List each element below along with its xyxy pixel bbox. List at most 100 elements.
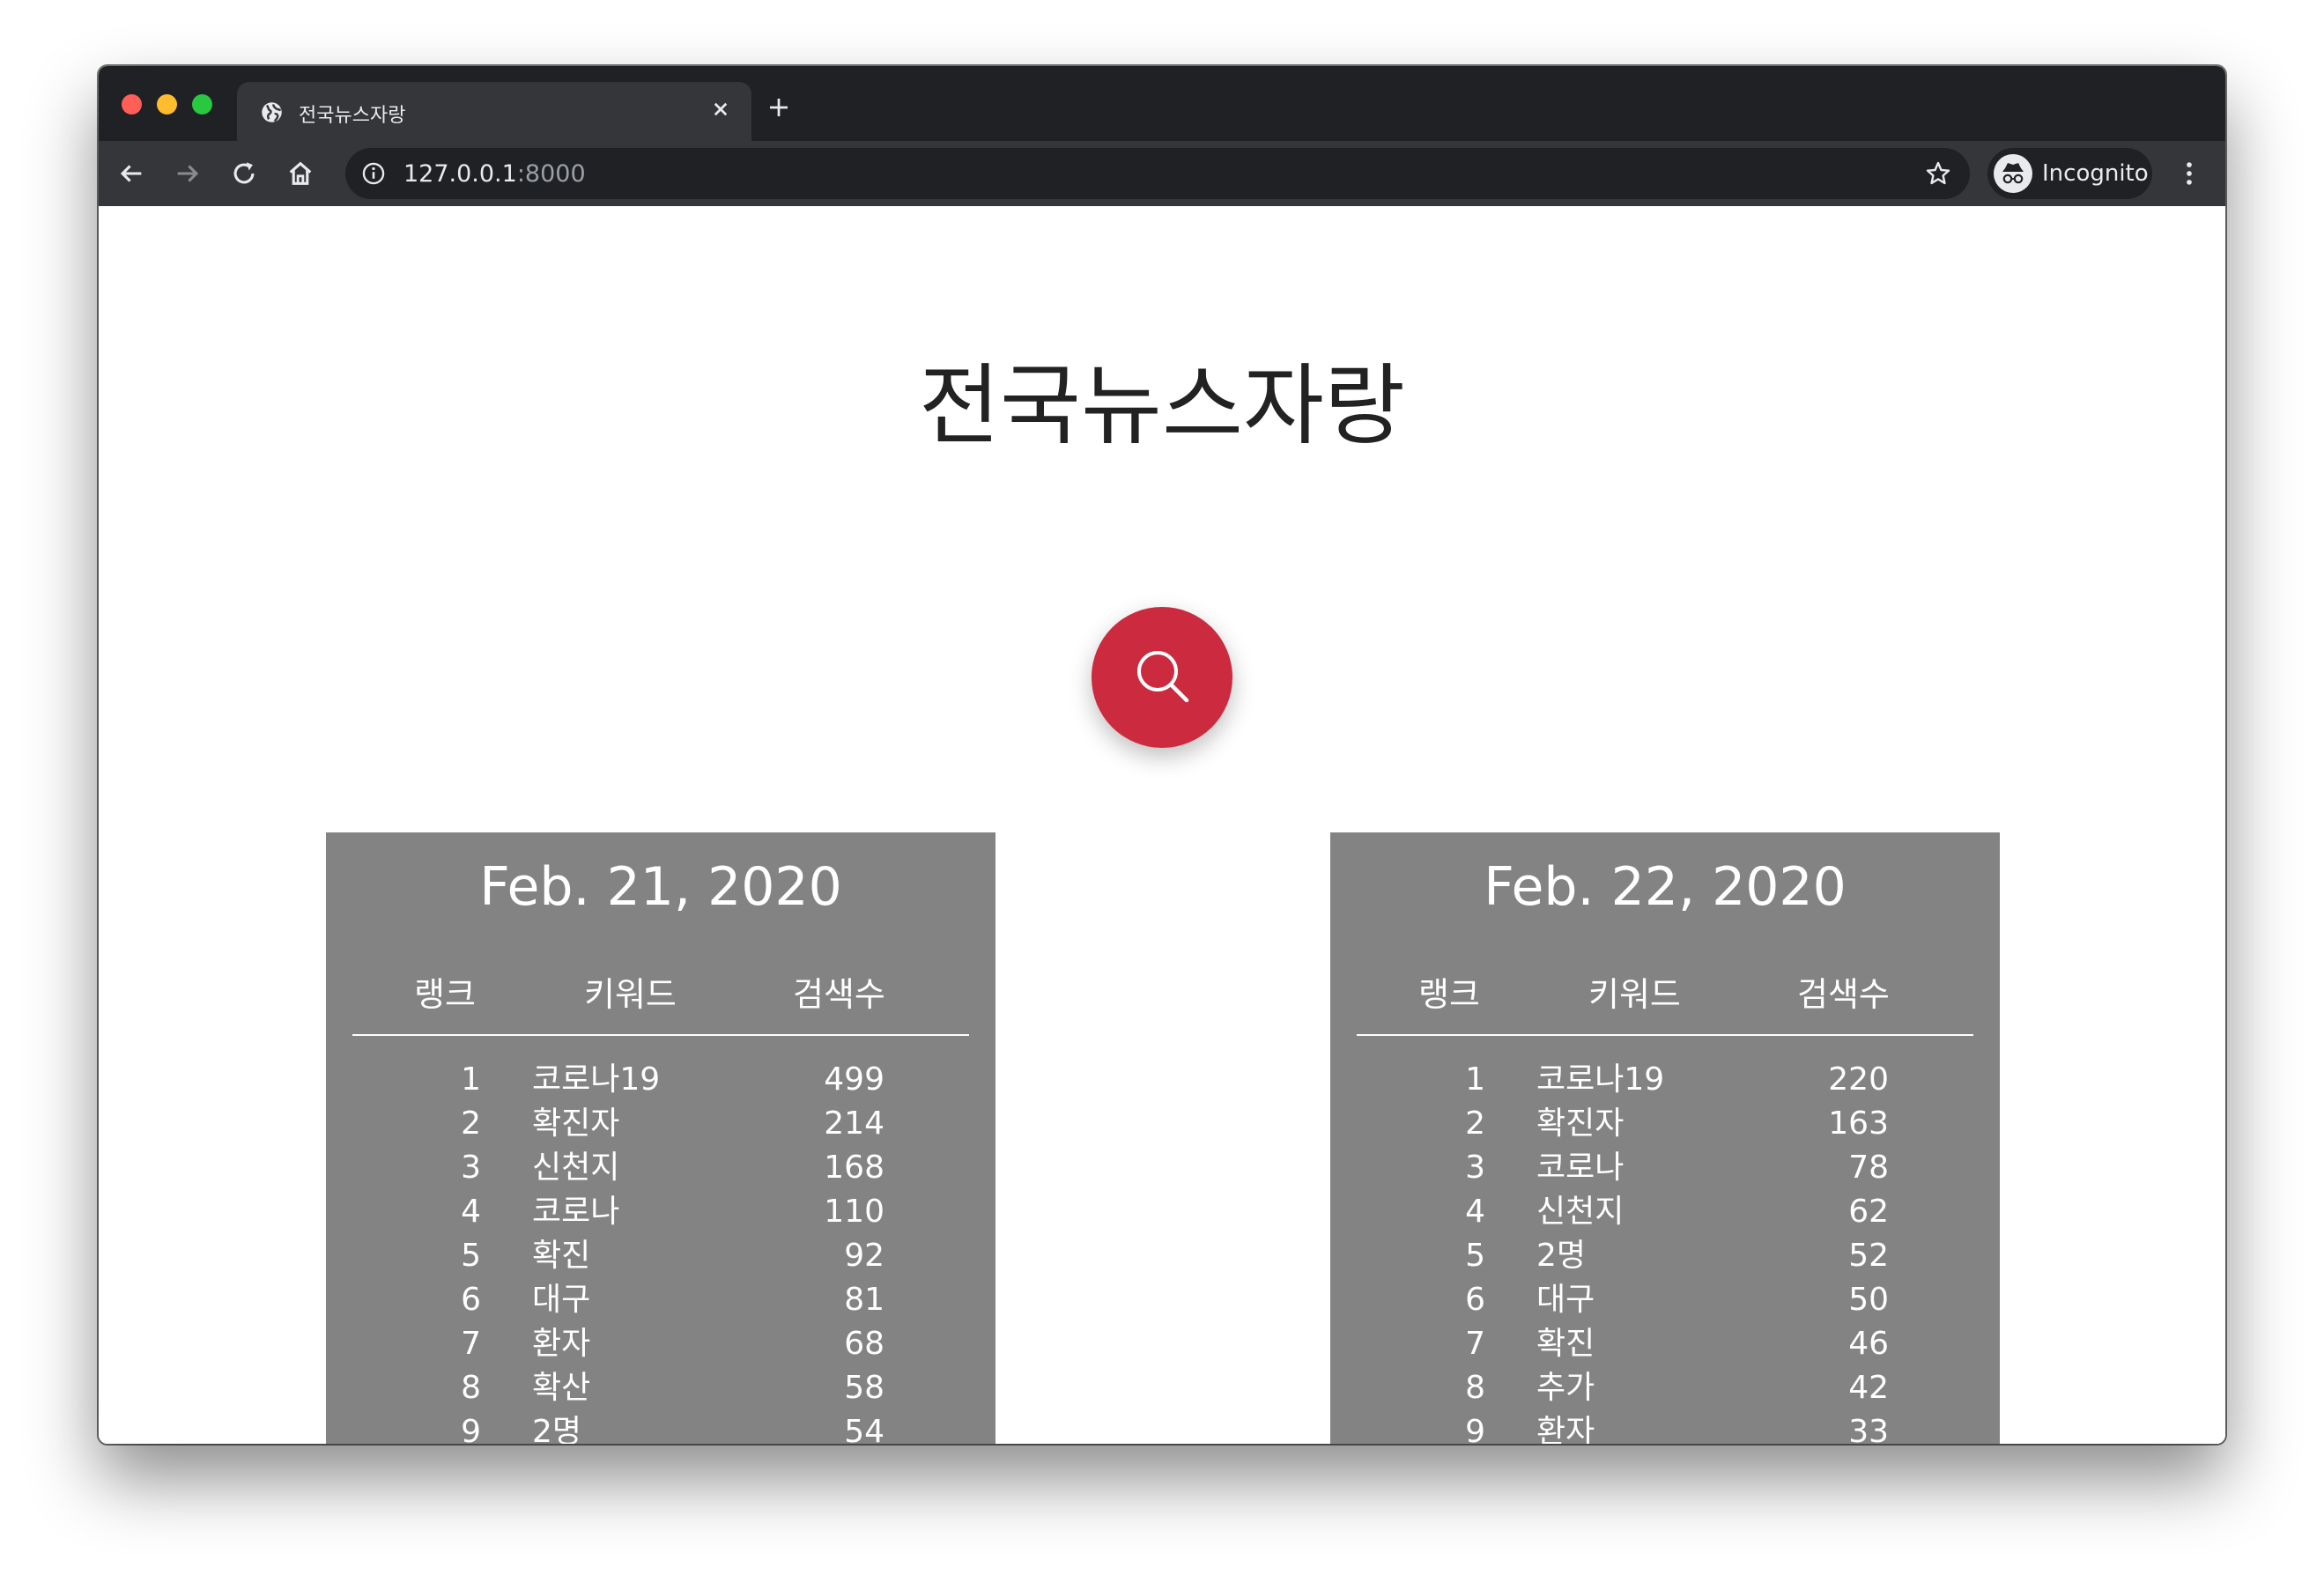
home-icon[interactable]	[285, 159, 315, 189]
keyword-cell: 코로나19	[1536, 1061, 1665, 1098]
ranking-panel-feb-21: Feb. 21, 2020 랭크 키워드 검색수 1 코로나19 499 2 확진자 2…	[326, 832, 995, 1444]
table-row: 2 확진자 214	[326, 1102, 995, 1146]
keyword-cell: 2명	[1536, 1238, 1587, 1274]
count-cell: 81	[844, 1282, 884, 1318]
rank-cell: 7	[1465, 1326, 1485, 1362]
count-cell: 78	[1848, 1150, 1889, 1186]
table-row: 8 확산 58	[326, 1366, 995, 1410]
count-cell: 68	[844, 1326, 884, 1362]
forward-arrow-icon[interactable]	[173, 159, 203, 189]
rank-cell: 8	[461, 1370, 481, 1406]
table-header: 랭크 키워드 검색수	[1357, 967, 1973, 1014]
globe-icon	[262, 102, 282, 122]
reload-icon[interactable]	[229, 159, 259, 189]
rank-cell: 8	[1465, 1370, 1485, 1406]
keyword-cell: 확진	[532, 1238, 591, 1274]
table-row: 7 환자 68	[326, 1322, 995, 1366]
rank-cell: 2	[1465, 1105, 1485, 1142]
rank-cell: 4	[461, 1194, 481, 1230]
table-row: 3 코로나 78	[1330, 1146, 2000, 1190]
close-window-button[interactable]	[122, 94, 142, 115]
table-row: 8 추가 42	[1330, 1366, 2000, 1410]
table-row: 6 대구 50	[1330, 1278, 2000, 1322]
table-row: 9 환자 33	[1330, 1410, 2000, 1444]
header-divider	[352, 1034, 969, 1036]
header-count: 검색수	[1797, 975, 1890, 1014]
count-cell: 220	[1828, 1061, 1889, 1098]
tab-active[interactable]: 전국뉴스자랑	[237, 82, 751, 141]
keyword-cell: 확산	[532, 1370, 591, 1406]
table-body: 1 코로나19 499 2 확진자 214 3 신천지 168 4 코로나 110 5 확진 9 2 …	[326, 1058, 995, 1444]
count-cell: 46	[1848, 1326, 1889, 1362]
keyword-cell: 확진자	[532, 1105, 620, 1142]
table-row: 5 2명 52	[1330, 1234, 2000, 1278]
rank-cell: 3	[461, 1150, 481, 1186]
rank-cell: 9	[1465, 1414, 1485, 1444]
info-icon[interactable]	[361, 161, 386, 186]
new-tab-icon[interactable]	[766, 94, 792, 121]
count-cell: 42	[1848, 1370, 1889, 1406]
table-row: 1 코로나19 499	[326, 1058, 995, 1102]
close-tab-icon[interactable]	[707, 96, 734, 122]
keyword-cell: 대구	[532, 1282, 591, 1318]
count-cell: 50	[1848, 1282, 1889, 1318]
keyword-cell: 환자	[532, 1326, 591, 1362]
incognito-label: Incognito	[2042, 160, 2149, 187]
keyword-cell: 확진	[1536, 1326, 1595, 1362]
keyword-cell: 대구	[1536, 1282, 1595, 1318]
url-port: :8000	[516, 160, 586, 188]
incognito-icon	[1994, 154, 2032, 193]
rank-cell: 6	[461, 1282, 481, 1318]
table-header: 랭크 키워드 검색수	[352, 967, 969, 1014]
panel-date: Feb. 21, 2020	[479, 856, 842, 918]
table-row: 6 대구 81	[326, 1278, 995, 1322]
rank-cell: 6	[1465, 1282, 1485, 1318]
bookmark-star-icon[interactable]	[1924, 159, 1952, 188]
rank-cell: 5	[1465, 1238, 1485, 1274]
table-row: 1 코로나19 220	[1330, 1058, 2000, 1102]
header-count: 검색수	[793, 975, 885, 1014]
rank-cell: 1	[1465, 1061, 1485, 1098]
count-cell: 499	[824, 1061, 884, 1098]
incognito-profile-button[interactable]: Incognito	[1987, 148, 2152, 199]
minimize-window-button[interactable]	[157, 94, 177, 115]
count-cell: 168	[824, 1150, 884, 1186]
keyword-cell: 2명	[532, 1414, 582, 1444]
title-bar: 전국뉴스자랑	[99, 66, 2225, 141]
browser-window: 전국뉴스자랑 127.0.0.1:8000 Incognito 전국뉴스자랑 F…	[99, 66, 2225, 1444]
keyword-cell: 코로나	[1536, 1150, 1625, 1186]
keyword-cell: 신천지	[1536, 1194, 1625, 1230]
table-row: 5 확진 92	[326, 1234, 995, 1278]
keyword-cell: 코로나19	[532, 1061, 661, 1098]
search-icon	[1137, 651, 1189, 703]
more-menu-icon[interactable]	[2174, 159, 2204, 189]
browser-toolbar: 127.0.0.1:8000 Incognito	[99, 141, 2225, 206]
address-bar[interactable]: 127.0.0.1:8000	[345, 148, 1970, 199]
table-row: 3 신천지 168	[326, 1146, 995, 1190]
table-row: 4 코로나 110	[326, 1190, 995, 1234]
page-content: 전국뉴스자랑 Feb. 21, 2020 랭크 키워드 검색수 1 코로나19 49…	[99, 206, 2225, 1444]
panel-date: Feb. 22, 2020	[1484, 856, 1847, 918]
count-cell: 214	[824, 1105, 884, 1142]
count-cell: 58	[844, 1370, 884, 1406]
header-keyword: 키워드	[1588, 975, 1681, 1014]
rank-cell: 1	[461, 1061, 481, 1098]
search-button[interactable]	[1092, 607, 1232, 748]
back-arrow-icon[interactable]	[116, 159, 146, 189]
header-rank: 랭크	[1418, 975, 1480, 1014]
url-host: 127.0.0.1	[403, 160, 517, 188]
keyword-cell: 확진자	[1536, 1105, 1625, 1142]
table-row: 9 2명 54	[326, 1410, 995, 1444]
page-title: 전국뉴스자랑	[919, 354, 1405, 457]
table-body: 1 코로나19 220 2 확진자 163 3 코로나 78 4 신천지 62 5 2명 52 6대…	[1330, 1058, 2000, 1444]
count-cell: 52	[1848, 1238, 1889, 1274]
header-rank: 랭크	[414, 975, 476, 1014]
zoom-window-button[interactable]	[192, 94, 212, 115]
url-text[interactable]: 127.0.0.1:8000	[403, 160, 586, 188]
rank-cell: 2	[461, 1105, 481, 1142]
count-cell: 92	[844, 1238, 884, 1274]
table-row: 4 신천지 62	[1330, 1190, 2000, 1234]
table-row: 2 확진자 163	[1330, 1102, 2000, 1146]
ranking-panel-feb-22: Feb. 22, 2020 랭크 키워드 검색수 1 코로나19 220 2 확진자 1…	[1330, 832, 2000, 1444]
keyword-cell: 추가	[1536, 1370, 1595, 1406]
